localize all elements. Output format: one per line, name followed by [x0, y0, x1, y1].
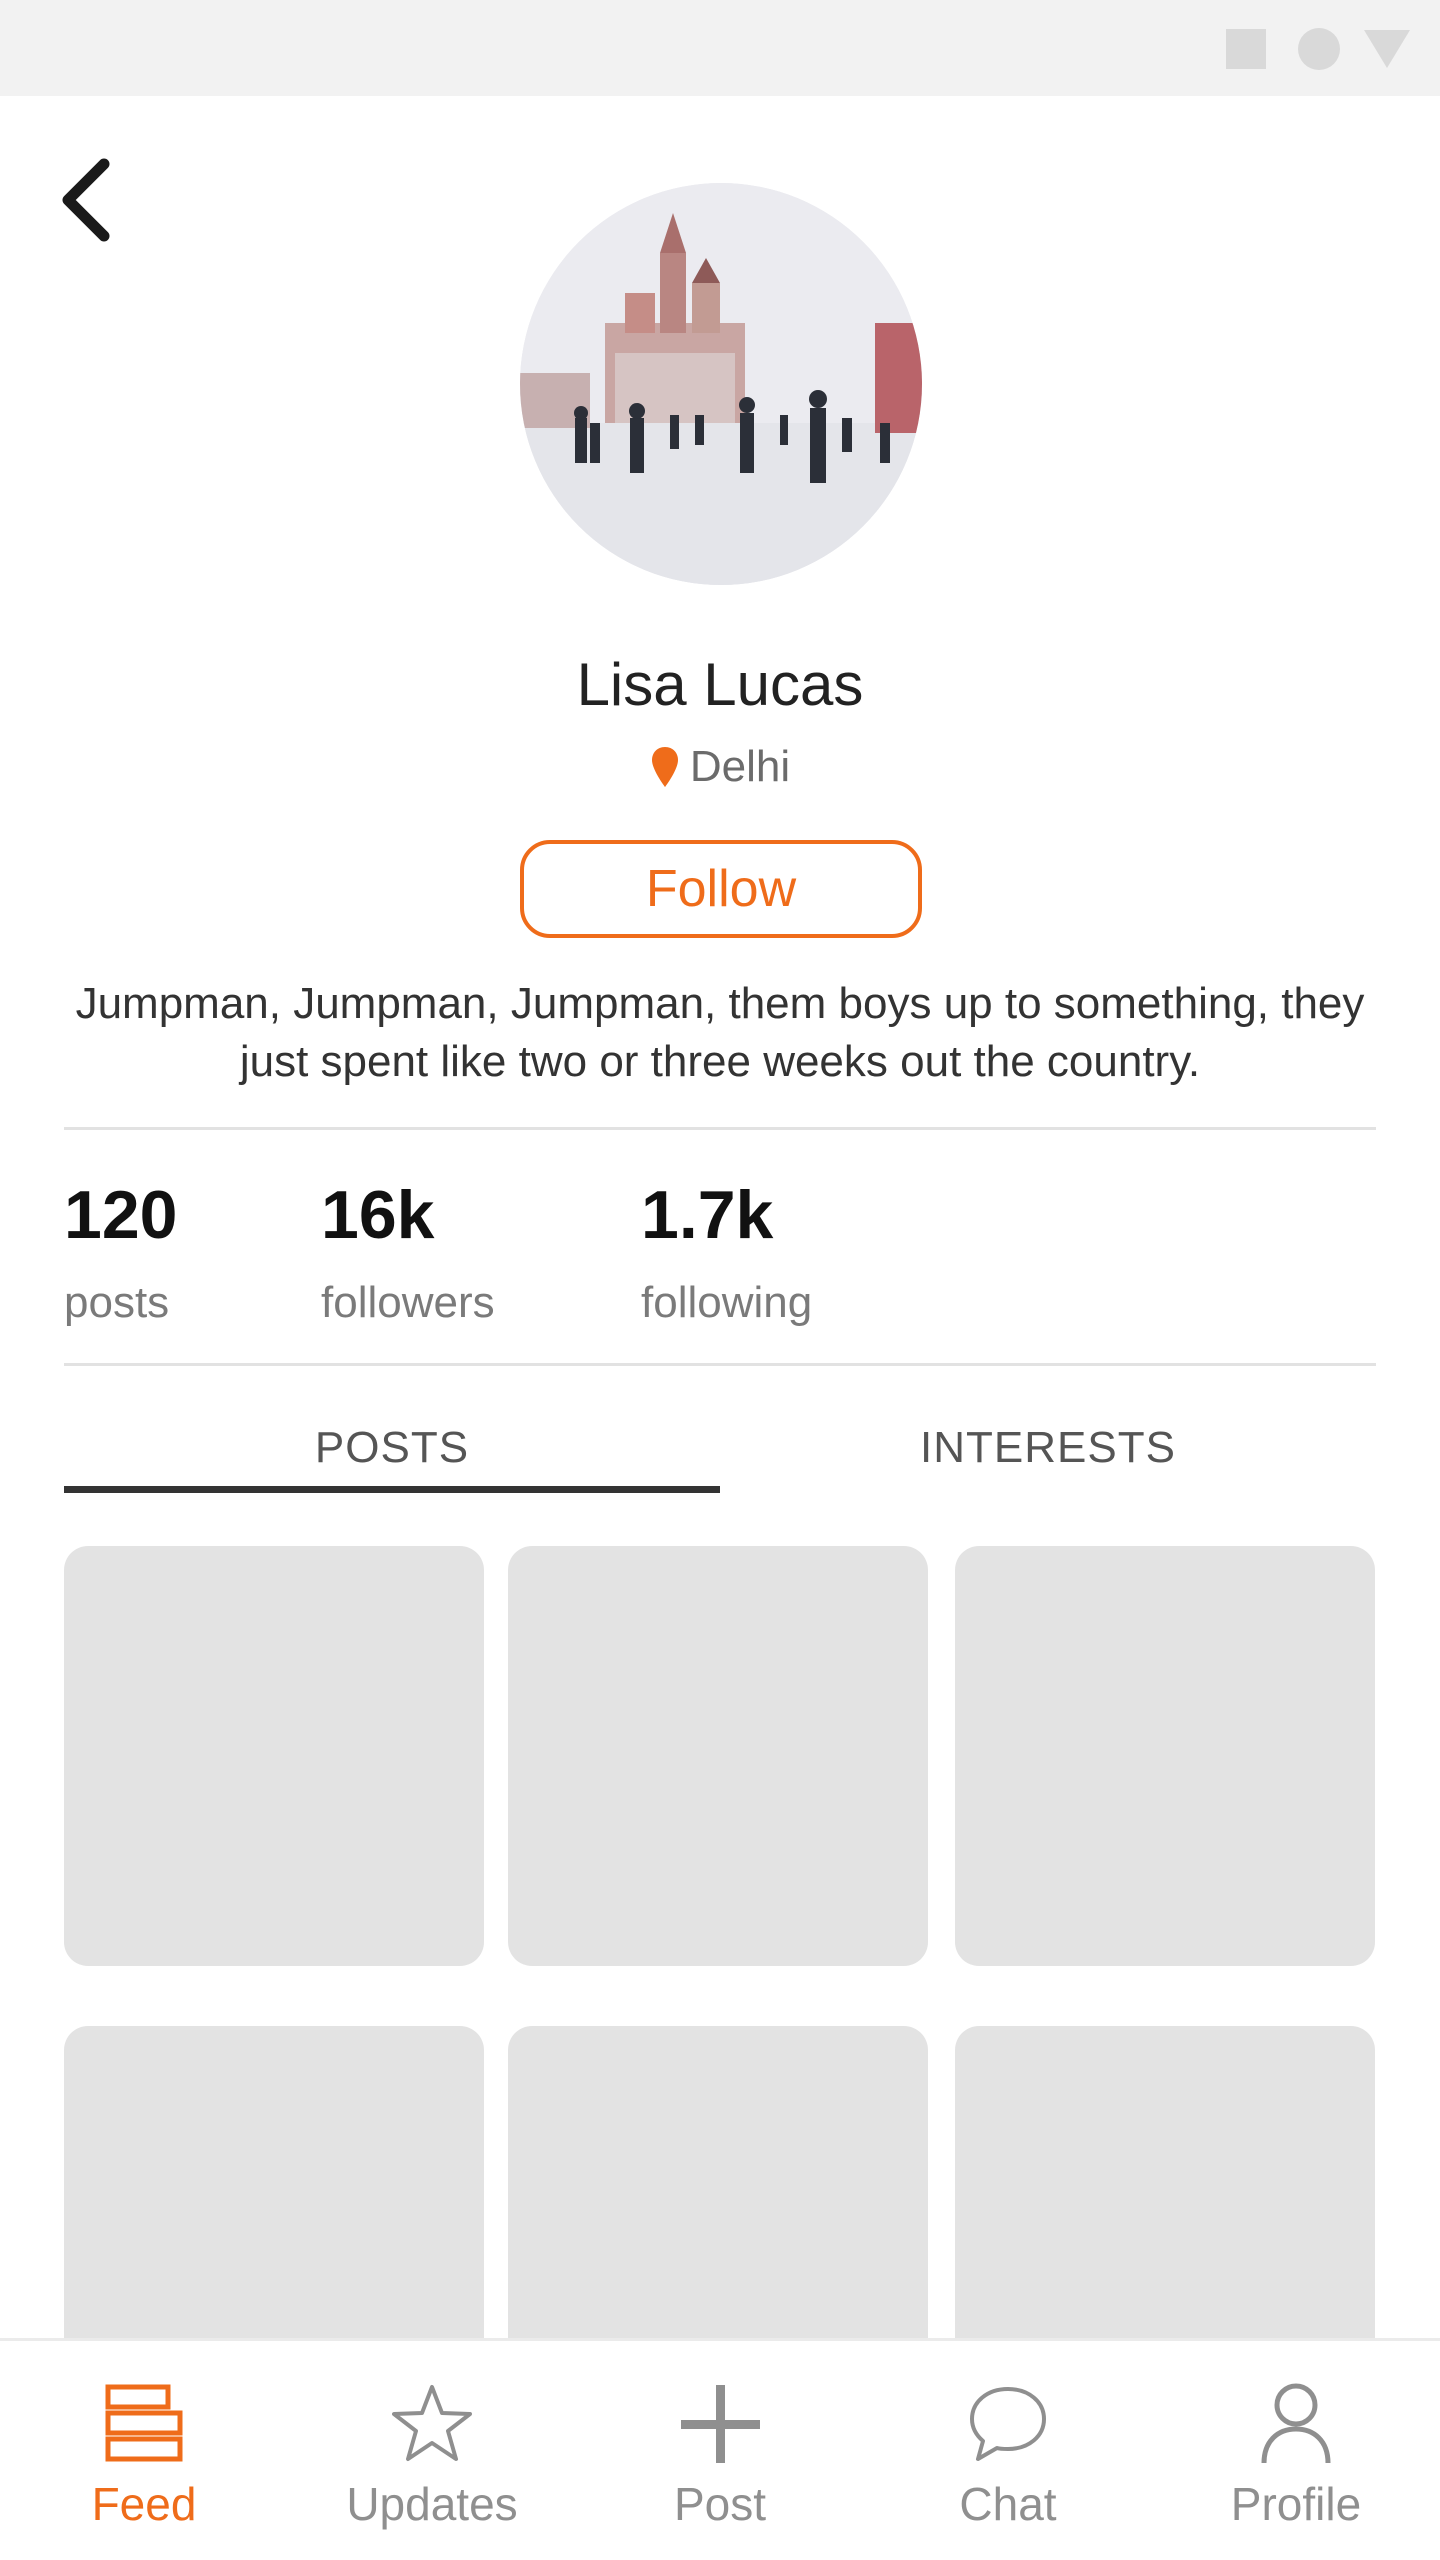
- nav-item-profile[interactable]: Profile: [1152, 2341, 1440, 2560]
- nav-item-chat[interactable]: Chat: [864, 2341, 1152, 2560]
- follow-button[interactable]: Follow: [520, 840, 922, 938]
- bottom-nav: Feed Updates Post Chat Profile: [0, 2338, 1440, 2560]
- chat-bubble-icon: [970, 2387, 1046, 2461]
- nav-label: Post: [673, 2478, 767, 2530]
- nav-item-post[interactable]: Post: [576, 2341, 864, 2560]
- nav-item-feed[interactable]: Feed: [0, 2341, 288, 2560]
- profile-tabs: POSTS INTERESTS: [64, 1400, 1376, 1496]
- nav-item-updates[interactable]: Updates: [288, 2341, 576, 2560]
- tab-posts[interactable]: POSTS: [64, 1400, 720, 1496]
- status-square-icon: [1226, 29, 1266, 69]
- star-icon: [392, 2385, 472, 2461]
- divider: [64, 1127, 1376, 1130]
- nav-label: Profile: [1230, 2478, 1362, 2530]
- divider: [64, 1363, 1376, 1366]
- stat-label: following: [641, 1278, 813, 1327]
- stat-value: 1.7k: [641, 1177, 774, 1253]
- chevron-left-icon: [62, 158, 110, 242]
- feed-icon: [105, 2384, 183, 2462]
- nav-label: Updates: [346, 2478, 518, 2530]
- post-thumbnail[interactable]: [955, 1546, 1375, 1966]
- stat-following[interactable]: 1.7k following: [641, 1170, 812, 1328]
- profile-name: Lisa Lucas: [576, 651, 864, 718]
- person-icon: [1261, 2383, 1331, 2464]
- tab-interests[interactable]: INTERESTS: [720, 1400, 1376, 1496]
- post-thumbnail[interactable]: [508, 1546, 928, 1966]
- nav-label: Feed: [91, 2478, 197, 2530]
- stat-label: followers: [321, 1278, 495, 1327]
- stat-value: 16k: [321, 1177, 435, 1253]
- post-thumbnail[interactable]: [64, 1546, 484, 1966]
- stat-value: 120: [64, 1177, 178, 1253]
- back-button[interactable]: [52, 150, 128, 250]
- plus-icon: [681, 2385, 760, 2463]
- stat-label: posts: [64, 1278, 170, 1327]
- avatar: [520, 183, 922, 585]
- stat-followers[interactable]: 16k followers: [321, 1170, 495, 1328]
- status-triangle-icon: [1364, 30, 1410, 68]
- profile-bio: Jumpman, Jumpman, Jumpman, them boys up …: [75, 979, 1365, 1086]
- nav-label: Chat: [959, 2478, 1057, 2530]
- location-row: Delhi: [0, 742, 1440, 792]
- active-tab-indicator: [64, 1486, 720, 1493]
- status-circle-icon: [1298, 28, 1340, 70]
- location-text: Delhi: [689, 742, 791, 791]
- location-pin-icon: [651, 747, 678, 787]
- status-bar: [0, 0, 1440, 96]
- stat-posts[interactable]: 120 posts: [64, 1170, 177, 1328]
